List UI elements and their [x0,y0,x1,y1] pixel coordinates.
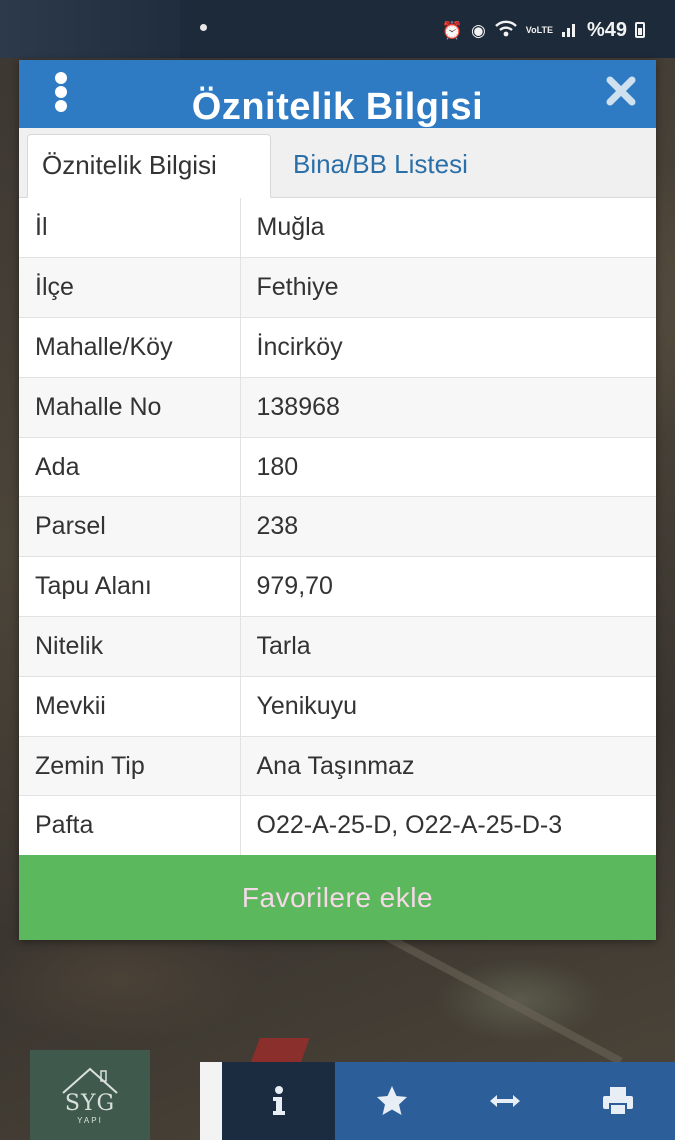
row-key: Mahalle/Köy [19,317,241,378]
printer-icon [603,1087,634,1116]
row-value: Muğla [240,198,656,259]
dialog-title: Öznitelik Bilgisi [191,86,484,128]
tab-building-list[interactable]: Bina/BB Listesi [279,134,482,198]
row-key: İl [19,198,241,259]
info-icon [272,1086,285,1115]
row-key: Pafta [19,795,241,857]
row-value: 138968 [240,377,656,438]
nav-print-button[interactable] [562,1062,675,1140]
table-row: Pafta O22-A-25-D, O22-A-25-D-3 [19,795,656,857]
clock-icon: ◉ [470,20,486,40]
row-value: 979,70 [240,556,656,618]
nav-measure-button[interactable] [449,1062,562,1140]
alarm-icon: ⏰ [441,20,463,40]
dialog-tabs: Öznitelik Bilgisi Bina/BB Listesi [19,128,656,198]
row-value: Tarla [240,616,656,677]
nav-info-button[interactable] [222,1062,336,1140]
tab-attribute-info[interactable]: Öznitelik Bilgisi [27,134,271,198]
logo-brand-text: SYG [64,1091,116,1116]
dialog-header: Öznitelik Bilgisi [19,60,656,128]
row-key: Mahalle No [19,377,241,438]
table-row: Tapu Alanı 979,70 [19,556,656,618]
logo-sub-text: YAPI [77,1116,103,1125]
status-bar: ⏰ ◉ VoLTE %49 [0,0,675,58]
table-row: Mahalle No 138968 [19,377,656,438]
row-key: İlçe [19,257,241,319]
attribute-table: İl Muğla İlçe Fethiye Mahalle/Köy İncirköy … [19,198,656,857]
volte-icon: VoLTE [525,24,553,35]
row-key: Ada [19,437,241,498]
measure-arrows-icon [490,1095,521,1107]
battery-icon [635,22,645,38]
battery-text: %49 [586,18,627,41]
row-key: Parsel [19,496,241,558]
map-building [250,1038,310,1064]
add-to-favorites-button[interactable]: Favorilere ekle [19,855,656,940]
table-row: Nitelik Tarla [19,616,656,677]
star-icon [376,1086,407,1115]
nav-favorites-button[interactable] [335,1062,448,1140]
row-value: Ana Taşınmaz [240,736,656,797]
row-key: Zemin Tip [19,736,241,797]
syg-logo: SYG YAPI [30,1050,150,1140]
bottom-nav [222,1062,675,1140]
row-value: İncirköy [240,317,656,378]
notification-dot [200,24,207,31]
signal-icon [561,21,579,40]
status-icons: ⏰ ◉ VoLTE %49 [442,16,645,44]
row-value: 238 [240,496,656,558]
table-row: Ada 180 [19,437,656,498]
nav-separator [200,1062,222,1140]
row-key: Mevkii [19,676,241,737]
wifi-icon [494,20,518,41]
table-row: İlçe Fethiye [19,257,656,319]
bottom-bar: SYG YAPI [0,1050,675,1140]
more-menu-icon[interactable] [53,72,69,112]
attribute-dialog: Öznitelik Bilgisi Öznitelik Bilgisi Bina… [19,60,656,940]
close-icon[interactable] [604,74,638,108]
table-row: İl Muğla [19,198,656,259]
row-value: 180 [240,437,656,498]
table-row: Parsel 238 [19,496,656,558]
row-key: Tapu Alanı [19,556,241,618]
table-row: Zemin Tip Ana Taşınmaz [19,736,656,797]
row-value: Yenikuyu [240,676,656,737]
table-row: Mahalle/Köy İncirköy [19,317,656,378]
status-bar-blurred-area [0,0,180,58]
row-value: Fethiye [240,257,656,319]
row-value: O22-A-25-D, O22-A-25-D-3 [240,795,656,857]
table-row: Mevkii Yenikuyu [19,676,656,737]
row-key: Nitelik [19,616,241,677]
